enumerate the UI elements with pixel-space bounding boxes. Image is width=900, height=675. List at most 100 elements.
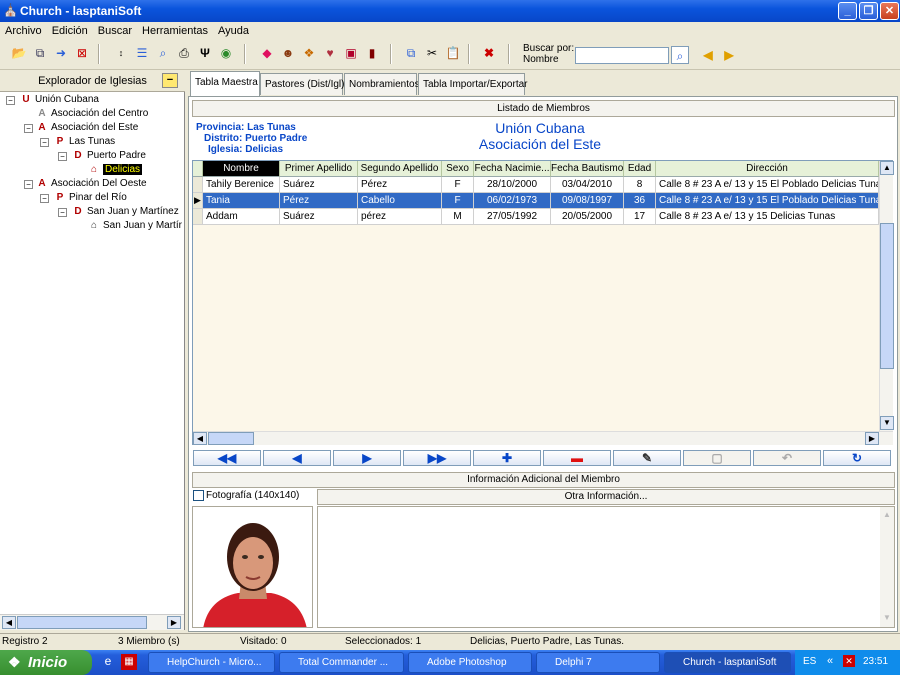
column-header-primer-apellido[interactable]: Primer Apellido xyxy=(280,161,358,177)
table-row[interactable]: Addam Suárez pérez M 27/05/1992 20/05/20… xyxy=(193,209,879,225)
task-church[interactable]: Church - lasptaniSoft xyxy=(664,652,791,673)
person-icon[interactable]: ☻ xyxy=(279,44,297,62)
cancel-icon[interactable]: ✖ xyxy=(480,44,498,62)
tree-expander[interactable]: − xyxy=(58,208,67,217)
tab-importar-exportar[interactable]: Tabla Importar/Exportar xyxy=(418,73,528,95)
textarea-scrollbar[interactable]: ▲ ▼ xyxy=(880,507,894,627)
task-photoshop[interactable]: Adobe Photoshop xyxy=(408,652,532,673)
language-indicator[interactable]: ES xyxy=(803,656,816,667)
column-header-fecha-nacimiento[interactable]: Fecha Nacimie... xyxy=(474,161,551,177)
globe-icon[interactable]: ◉ xyxy=(217,44,235,62)
export-icon[interactable]: ➜ xyxy=(52,44,70,62)
horizontal-scrollbar[interactable]: ◀ ▶ xyxy=(0,614,184,630)
cancel-edit-button[interactable]: ↶ xyxy=(753,450,821,466)
collapse-button[interactable]: − xyxy=(162,73,178,88)
next-record-button[interactable]: ▶ xyxy=(333,450,401,466)
insert-record-button[interactable]: ✚ xyxy=(473,450,541,466)
tree-node-san-juan-church[interactable]: ⌂ San Juan y Martír xyxy=(88,220,182,231)
column-header-segundo-apellido[interactable]: Segundo Apellido xyxy=(358,161,442,177)
add-record-icon[interactable]: ◆ xyxy=(258,44,276,62)
menu-archivo[interactable]: Archivo xyxy=(0,22,47,37)
scroll-down-icon[interactable]: ▼ xyxy=(880,416,894,430)
column-header-nombre[interactable]: Nombre xyxy=(203,161,280,177)
menu-herramientas[interactable]: Herramientas xyxy=(137,22,213,37)
tree-node-este[interactable]: A Asociación del Este xyxy=(36,122,138,133)
post-record-button[interactable]: ▢ xyxy=(683,450,751,466)
bible-icon[interactable]: ▮ xyxy=(363,44,381,62)
close-button[interactable]: ✕ xyxy=(880,2,899,20)
search-input[interactable] xyxy=(575,47,669,64)
quicklaunch-app-icon[interactable]: ▦ xyxy=(121,654,137,670)
scroll-up-icon[interactable]: ▲ xyxy=(880,508,894,522)
copy-db-icon[interactable]: ⧉ xyxy=(31,44,49,62)
column-header-sexo[interactable]: Sexo xyxy=(442,161,474,177)
tree-expander[interactable]: − xyxy=(24,180,33,189)
tree-expander[interactable]: − xyxy=(40,194,49,203)
other-info-header[interactable]: Otra Información... xyxy=(317,489,895,505)
tree-node-oeste[interactable]: A Asociación Del Oeste xyxy=(36,178,146,189)
menu-ayuda[interactable]: Ayuda xyxy=(213,22,254,37)
tree-expander[interactable]: − xyxy=(40,138,49,147)
tab-nombramientos[interactable]: Nombramientos xyxy=(344,73,420,95)
scroll-left-icon[interactable]: ◀ xyxy=(193,432,207,445)
tools-icon[interactable]: Ψ xyxy=(196,44,214,62)
tree-expander[interactable]: − xyxy=(6,96,15,105)
first-record-button[interactable]: ◀◀ xyxy=(193,450,261,466)
table-row-selected[interactable]: ▶ Tania Pérez Cabello F 06/02/1973 09/08… xyxy=(193,193,879,209)
tree-node-union[interactable]: U Unión Cubana xyxy=(20,94,99,105)
table-row[interactable]: Tahily Berenice Suárez Pérez F 28/10/200… xyxy=(193,177,879,193)
list-icon[interactable]: ☰ xyxy=(133,44,151,62)
maximize-button[interactable]: ❐ xyxy=(859,2,878,20)
cake-icon[interactable]: ❖ xyxy=(300,44,318,62)
column-header-fecha-bautismo[interactable]: Fecha Bautismo xyxy=(551,161,624,177)
copy-icon[interactable]: ⧉ xyxy=(402,44,420,62)
task-total-commander[interactable]: Total Commander ... xyxy=(279,652,404,673)
scroll-left-icon[interactable]: ◀ xyxy=(2,616,16,629)
sort-icon[interactable]: ↕ xyxy=(112,44,130,62)
scroll-thumb[interactable] xyxy=(208,432,254,445)
delete-record-button[interactable]: ▬ xyxy=(543,450,611,466)
tray-app-icon[interactable]: ✕ xyxy=(843,655,855,667)
other-info-textarea[interactable]: ▲ ▼ xyxy=(317,506,895,628)
table-horizontal-scrollbar[interactable]: ◀ ▶ xyxy=(193,431,893,445)
task-helpchurch[interactable]: HelpChurch - Micro... xyxy=(148,652,275,673)
tree-expander[interactable]: − xyxy=(58,152,67,161)
scroll-down-icon[interactable]: ▼ xyxy=(880,611,894,625)
menu-edicion[interactable]: Edición xyxy=(47,22,93,37)
scroll-right-icon[interactable]: ▶ xyxy=(167,616,181,629)
column-header-direccion[interactable]: Dirección xyxy=(656,161,879,177)
tab-pastores[interactable]: Pastores (Dist/Igl) xyxy=(260,73,344,95)
scroll-up-icon[interactable]: ▲ xyxy=(880,161,894,175)
refresh-button[interactable]: ↻ xyxy=(823,450,891,466)
scroll-thumb[interactable] xyxy=(880,223,894,369)
ie-icon[interactable]: e xyxy=(100,654,116,670)
next-arrow-icon[interactable]: ▶ xyxy=(720,46,738,64)
edit-record-button[interactable]: ✎ xyxy=(613,450,681,466)
task-delphi[interactable]: Delphi 7 xyxy=(536,652,660,673)
cut-icon[interactable]: ✂ xyxy=(423,44,441,62)
paste-icon[interactable]: 📋 xyxy=(444,44,462,62)
search-icon[interactable]: ⌕ xyxy=(154,44,172,62)
menu-buscar[interactable]: Buscar xyxy=(93,22,137,37)
tree-node-centro[interactable]: A Asociación del Centro xyxy=(36,108,148,119)
tab-tabla-maestra[interactable]: Tabla Maestra xyxy=(190,71,260,96)
start-button[interactable]: ❖ Inicio xyxy=(0,650,92,675)
search-go-icon[interactable]: ⌕ xyxy=(671,46,689,64)
print-icon[interactable]: ⎙ xyxy=(175,44,193,62)
scroll-thumb[interactable] xyxy=(17,616,147,629)
scroll-right-icon[interactable]: ▶ xyxy=(865,432,879,445)
last-record-button[interactable]: ▶▶ xyxy=(403,450,471,466)
tray-arrow-icon[interactable]: « xyxy=(827,655,833,667)
vertical-scrollbar[interactable]: ▲ ▼ xyxy=(879,161,894,431)
previous-arrow-icon[interactable]: ◀ xyxy=(699,46,717,64)
book-icon[interactable]: ▣ xyxy=(342,44,360,62)
tree-node-pinar[interactable]: P Pinar del Río xyxy=(54,192,127,203)
open-folder-icon[interactable]: 📂 xyxy=(10,44,28,62)
heart-icon[interactable]: ♥ xyxy=(321,44,339,62)
tree-expander[interactable]: − xyxy=(24,124,33,133)
minimize-button[interactable]: _ xyxy=(838,2,857,20)
tree-node-delicias[interactable]: ⌂ Delicias xyxy=(88,164,143,175)
photo-checkbox[interactable] xyxy=(193,489,204,501)
delete-db-icon[interactable]: ⊠ xyxy=(73,44,91,62)
tree-node-las-tunas[interactable]: P Las Tunas xyxy=(54,136,116,147)
